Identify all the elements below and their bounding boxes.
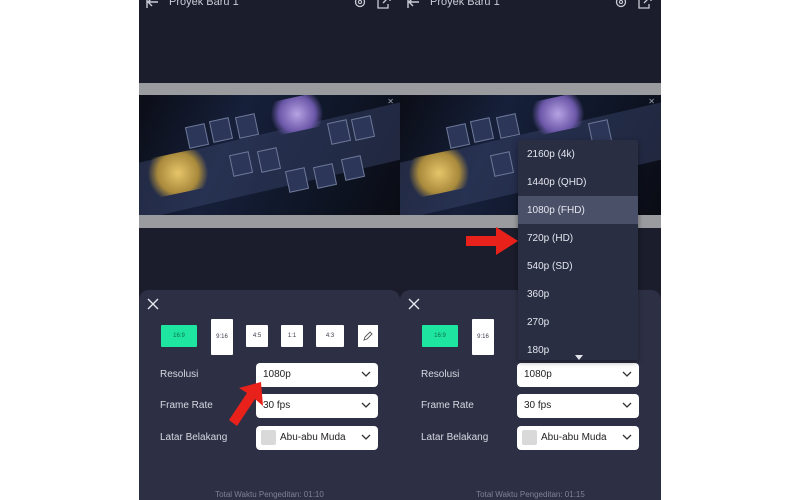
- red-arrow-annotation: [229, 382, 263, 426]
- frame-rate-row: Frame Rate 30 fps: [421, 394, 641, 420]
- back-arrow-icon[interactable]: [145, 0, 161, 10]
- chevron-down-icon: [622, 402, 632, 408]
- background-row: Latar Belakang Abu-abu Muda: [421, 426, 641, 452]
- background-row: Latar Belakang Abu-abu Muda: [160, 426, 380, 452]
- resolution-value: 1080p: [263, 369, 291, 380]
- ratio-16-9-button[interactable]: 16:9: [422, 325, 458, 347]
- resolution-label: Resolusi: [421, 369, 460, 380]
- back-arrow-icon[interactable]: [406, 0, 422, 10]
- ratio-1-1-button[interactable]: 1:1: [281, 325, 303, 347]
- phone-screen-left: Proyek Baru 1 ✕ 16:9 9:16 4:5 1:1 4:3 Re…: [139, 0, 400, 500]
- red-arrow-annotation: [466, 227, 518, 255]
- chevron-down-icon: [622, 371, 632, 377]
- resolution-dropdown-menu: 2160p (4k) 1440p (QHD) 1080p (FHD) 720p …: [518, 140, 638, 360]
- share-icon[interactable]: [376, 0, 392, 10]
- resolution-row: Resolusi 1080p: [160, 363, 380, 389]
- top-bar: Proyek Baru 1: [400, 0, 661, 12]
- background-select[interactable]: Abu-abu Muda: [256, 426, 378, 450]
- total-editing-time: Total Waktu Pengeditan: 01:15: [476, 490, 585, 499]
- close-icon[interactable]: [146, 297, 160, 311]
- top-bar: Proyek Baru 1: [139, 0, 400, 12]
- ratio-9-16-button[interactable]: 9:16: [211, 319, 233, 355]
- background-label: Latar Belakang: [160, 432, 228, 443]
- pencil-icon: [363, 331, 373, 341]
- total-editing-time: Total Waktu Pengeditan: 01:10: [215, 490, 324, 499]
- resolution-option-1440p[interactable]: 1440p (QHD): [518, 168, 638, 196]
- video-preview-thumbnail: ✕: [139, 95, 400, 215]
- frame-rate-value: 30 fps: [524, 400, 552, 411]
- chevron-down-icon: [622, 434, 632, 440]
- ratio-16-9-button[interactable]: 16:9: [161, 325, 197, 347]
- resolution-label: Resolusi: [160, 369, 199, 380]
- background-value: Abu-abu Muda: [541, 432, 607, 443]
- ratio-4-3-button[interactable]: 4:3: [316, 325, 344, 347]
- resolution-option-540p[interactable]: 540p (SD): [518, 252, 638, 280]
- frame-rate-label: Frame Rate: [421, 400, 474, 411]
- frame-rate-label: Frame Rate: [160, 400, 213, 411]
- share-icon[interactable]: [637, 0, 653, 10]
- gear-icon[interactable]: [352, 0, 368, 10]
- project-settings-sheet: 16:9 9:16 4:5 1:1 4:3 Resolusi 1080p Fra…: [139, 290, 400, 500]
- resolution-option-2160p[interactable]: 2160p (4k): [518, 140, 638, 168]
- resolution-value: 1080p: [524, 369, 552, 380]
- frame-rate-select[interactable]: 30 fps: [256, 394, 378, 418]
- gear-icon[interactable]: [613, 0, 629, 10]
- color-swatch: [522, 430, 537, 445]
- resolution-select[interactable]: 1080p: [517, 363, 639, 387]
- ratio-9-16-button[interactable]: 9:16: [472, 319, 494, 355]
- frame-rate-row: Frame Rate 30 fps: [160, 394, 380, 420]
- scroll-down-caret-icon: [575, 355, 583, 360]
- resolution-option-1080p[interactable]: 1080p (FHD): [518, 196, 638, 224]
- close-icon[interactable]: [407, 297, 421, 311]
- frame-rate-value: 30 fps: [263, 400, 291, 411]
- ratio-4-5-button[interactable]: 4:5: [246, 325, 268, 347]
- phone-screen-right: Proyek Baru 1 ✕ 16:9 9:16 Resolusi 1080p…: [400, 0, 661, 500]
- project-title: Proyek Baru 1: [430, 0, 500, 8]
- resolution-row: Resolusi 1080p: [421, 363, 641, 389]
- background-value: Abu-abu Muda: [280, 432, 346, 443]
- project-title: Proyek Baru 1: [169, 0, 239, 8]
- resolution-select[interactable]: 1080p: [256, 363, 378, 387]
- background-label: Latar Belakang: [421, 432, 489, 443]
- custom-ratio-button[interactable]: [358, 325, 378, 347]
- frame-rate-select[interactable]: 30 fps: [517, 394, 639, 418]
- resolution-option-360p[interactable]: 360p: [518, 280, 638, 308]
- aspect-ratio-row: 16:9 9:16 4:5 1:1 4:3: [161, 319, 381, 355]
- resolution-option-270p[interactable]: 270p: [518, 308, 638, 336]
- chevron-down-icon: [361, 371, 371, 377]
- background-select[interactable]: Abu-abu Muda: [517, 426, 639, 450]
- chevron-down-icon: [361, 434, 371, 440]
- color-swatch: [261, 430, 276, 445]
- chevron-down-icon: [361, 402, 371, 408]
- resolution-option-720p[interactable]: 720p (HD): [518, 224, 638, 252]
